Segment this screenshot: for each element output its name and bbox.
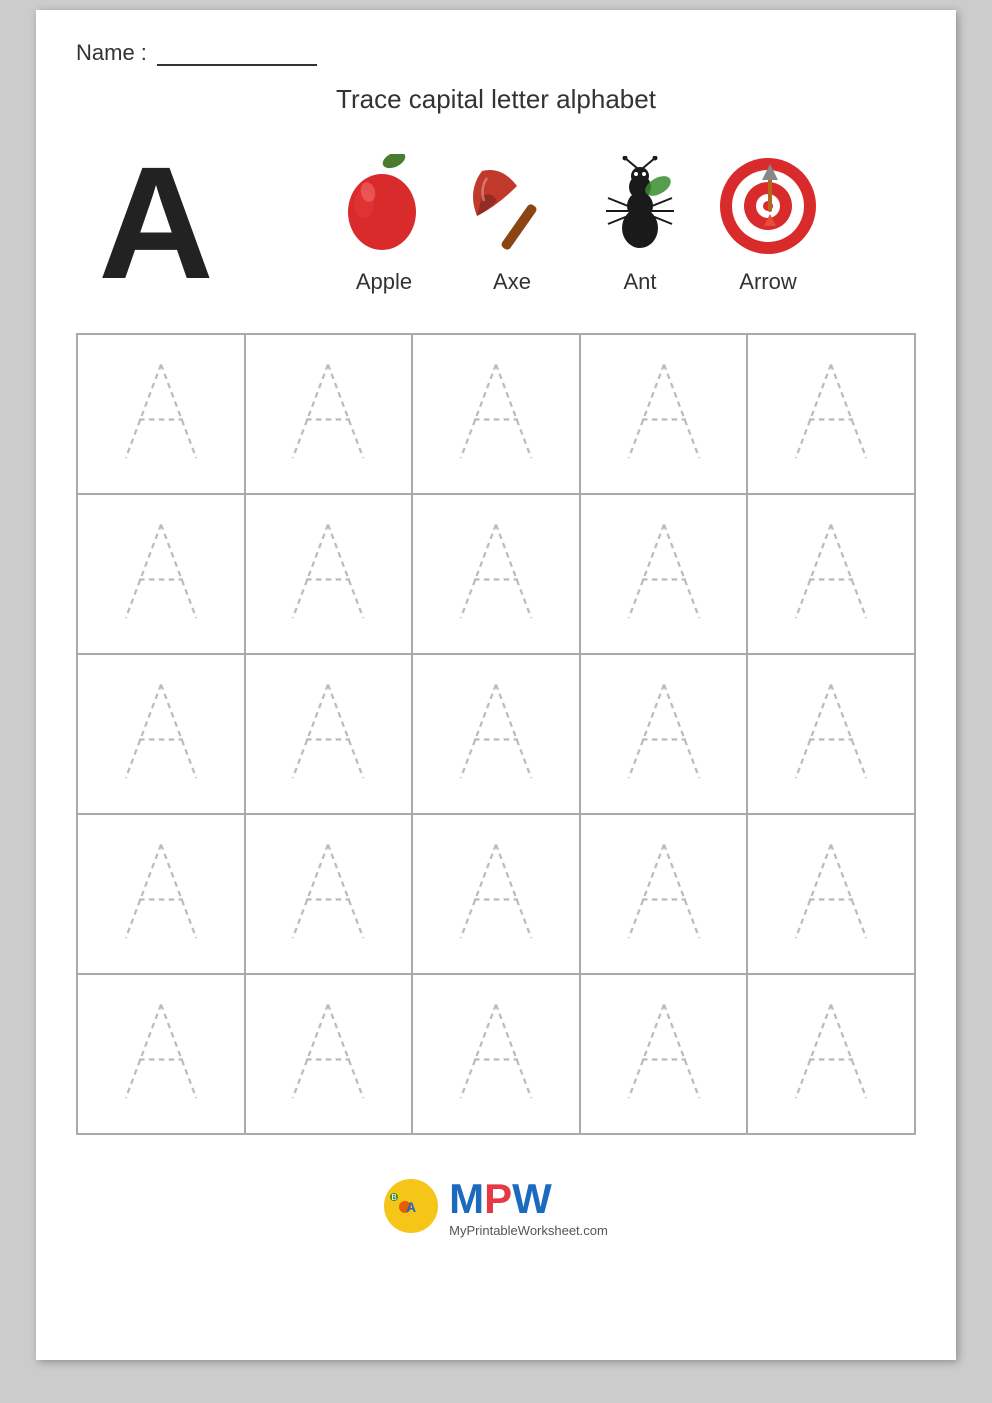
apple-image — [329, 151, 439, 261]
trace-cell[interactable] — [245, 654, 413, 814]
ant-image — [585, 151, 695, 261]
footer-brand: MPW — [449, 1175, 552, 1223]
footer-url: MyPrintableWorksheet.com — [449, 1223, 608, 1238]
trace-cell[interactable] — [77, 494, 245, 654]
footer-logo-icon: A B — [384, 1179, 439, 1234]
trace-cell[interactable] — [412, 654, 580, 814]
trace-cell[interactable] — [245, 814, 413, 974]
trace-cell[interactable] — [77, 334, 245, 494]
arrow-image — [713, 151, 823, 261]
big-letter: A — [76, 143, 236, 303]
trace-cell[interactable] — [580, 654, 748, 814]
letter-section: A Apple — [76, 143, 916, 303]
apple-label: Apple — [356, 269, 412, 295]
trace-grid — [76, 333, 916, 1135]
brand-w: W — [512, 1175, 552, 1222]
trace-cell[interactable] — [245, 334, 413, 494]
image-item-ant: Ant — [585, 151, 695, 295]
name-label: Name : — [76, 40, 153, 65]
page-title: Trace capital letter alphabet — [76, 84, 916, 115]
trace-cell[interactable] — [412, 334, 580, 494]
trace-cell[interactable] — [747, 974, 915, 1134]
trace-cell[interactable] — [747, 494, 915, 654]
brand-p: P — [484, 1175, 512, 1222]
trace-cell[interactable] — [580, 974, 748, 1134]
ant-label: Ant — [623, 269, 656, 295]
trace-cell[interactable] — [747, 814, 915, 974]
trace-cell[interactable] — [245, 974, 413, 1134]
arrow-svg — [716, 154, 821, 259]
name-underline — [157, 64, 317, 66]
trace-cell[interactable] — [580, 814, 748, 974]
arrow-label: Arrow — [739, 269, 796, 295]
footer: A B MPW MyPrintableWorksheet.com — [76, 1175, 916, 1238]
trace-cell[interactable] — [77, 974, 245, 1134]
ant-svg — [590, 156, 690, 256]
trace-cell[interactable] — [580, 494, 748, 654]
worksheet-page: Name : Trace capital letter alphabet A — [36, 10, 956, 1360]
axe-label: Axe — [493, 269, 531, 295]
image-item-arrow: Arrow — [713, 151, 823, 295]
images-row: Apple Axe — [236, 151, 916, 295]
trace-cell[interactable] — [580, 334, 748, 494]
svg-text:B: B — [391, 1193, 396, 1202]
trace-cell[interactable] — [245, 494, 413, 654]
trace-cell[interactable] — [747, 654, 915, 814]
apple-svg — [334, 154, 434, 259]
image-item-apple: Apple — [329, 151, 439, 295]
trace-cell[interactable] — [412, 494, 580, 654]
axe-image — [457, 151, 567, 261]
trace-cell[interactable] — [747, 334, 915, 494]
brand-m: M — [449, 1175, 484, 1222]
name-line: Name : — [76, 40, 916, 66]
trace-cell[interactable] — [412, 974, 580, 1134]
axe-svg — [462, 156, 562, 256]
trace-cell[interactable] — [77, 814, 245, 974]
svg-text:A: A — [406, 1199, 416, 1215]
image-item-axe: Axe — [457, 151, 567, 295]
trace-cell[interactable] — [77, 654, 245, 814]
trace-cell[interactable] — [412, 814, 580, 974]
